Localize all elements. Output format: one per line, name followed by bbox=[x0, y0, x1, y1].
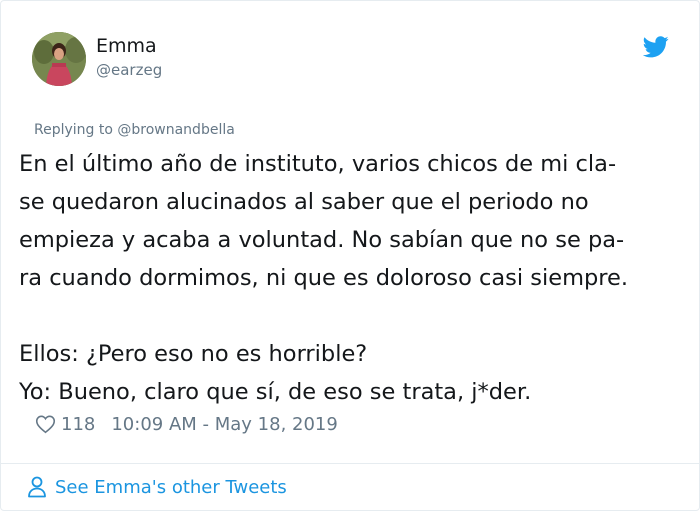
tweet-text: En el último año de instituto, varios ch… bbox=[19, 145, 689, 411]
tweet-line: ra cuando dormimos, ni que es doloroso c… bbox=[19, 265, 629, 291]
tweet-card: Emma @earzeg Replying to @brownandbella … bbox=[0, 0, 700, 511]
person-icon bbox=[28, 476, 46, 498]
see-other-tweets-label[interactable]: See Emma's other Tweets bbox=[55, 477, 287, 498]
author-handle[interactable]: @earzeg bbox=[96, 61, 162, 79]
divider bbox=[1, 463, 699, 464]
tweet-line: empieza y acaba a voluntad. No sabían qu… bbox=[19, 227, 625, 253]
avatar-photo bbox=[32, 32, 86, 86]
author-name[interactable]: Emma bbox=[96, 35, 157, 57]
twitter-bird-icon[interactable] bbox=[643, 36, 669, 58]
see-other-tweets-link[interactable]: See Emma's other Tweets bbox=[27, 475, 287, 499]
like-count[interactable]: 118 bbox=[61, 414, 95, 435]
tweet-line: Yo: Bueno, claro que sí, de eso se trata… bbox=[19, 379, 532, 405]
timestamp[interactable]: 10:09 AM - May 18, 2019 bbox=[111, 414, 337, 435]
heart-icon[interactable] bbox=[35, 414, 56, 434]
tweet-meta: 118 10:09 AM - May 18, 2019 bbox=[35, 412, 338, 436]
tweet-line: En el último año de instituto, varios ch… bbox=[19, 151, 617, 177]
replying-to-label: Replying to @brownandbella bbox=[34, 122, 235, 138]
tweet-line: se quedaron alucinados al saber que el p… bbox=[19, 189, 589, 215]
avatar[interactable] bbox=[32, 32, 86, 86]
tweet-line: Ellos: ¿Pero eso no es horrible? bbox=[19, 341, 368, 367]
